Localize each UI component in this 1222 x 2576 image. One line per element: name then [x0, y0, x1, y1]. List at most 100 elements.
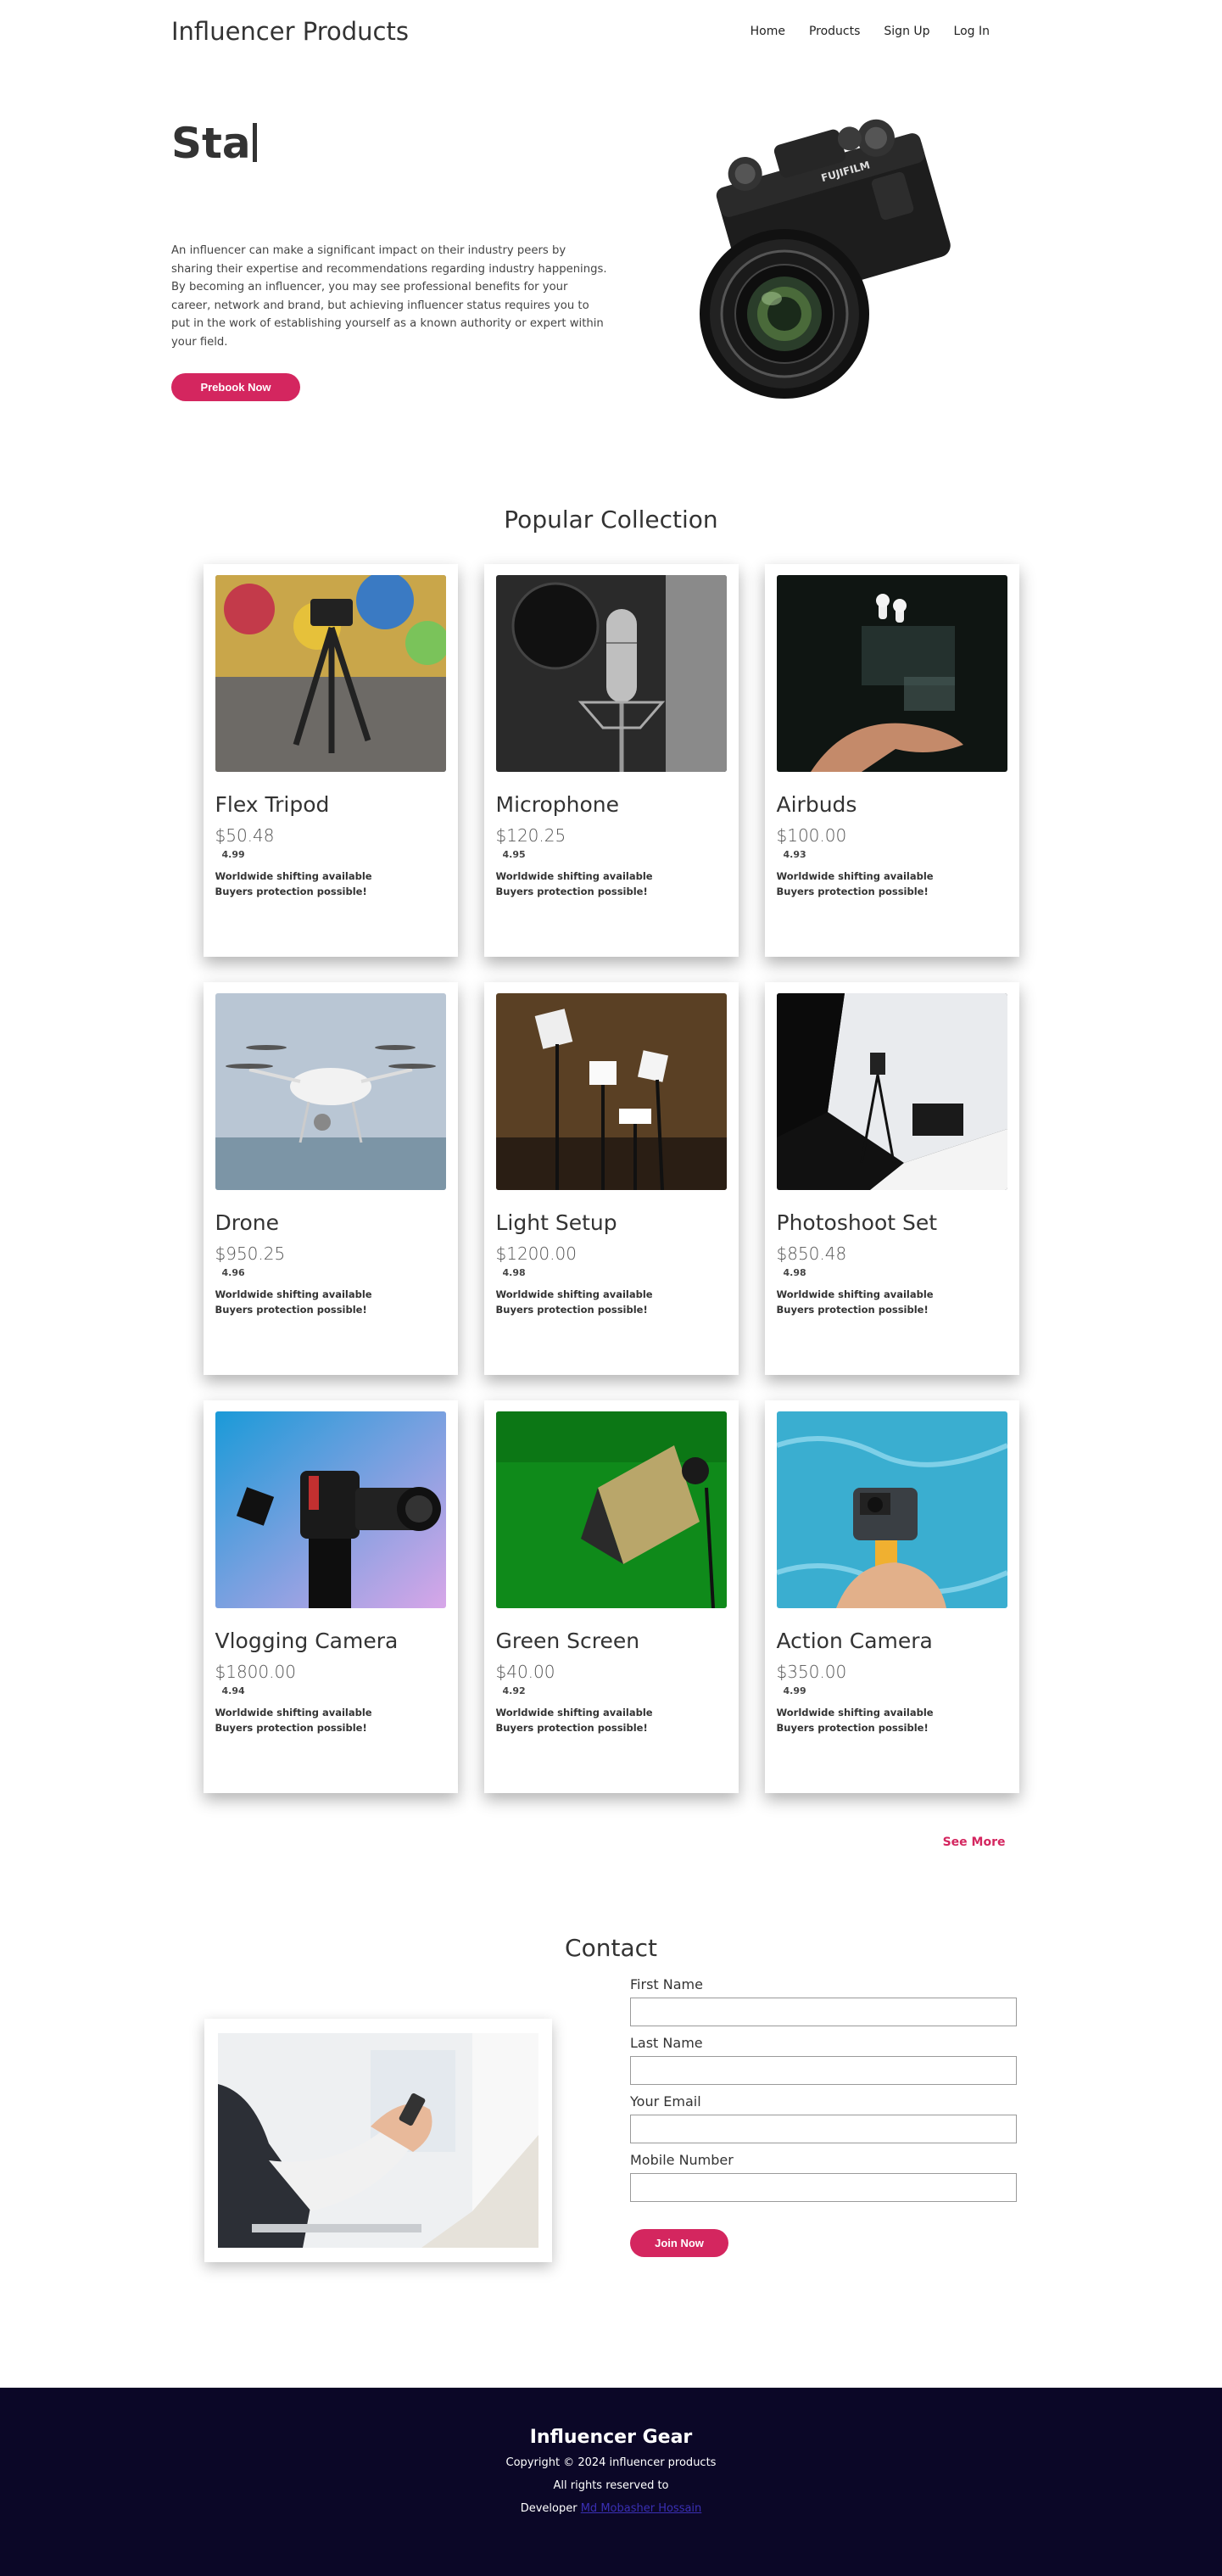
feature-shipping: Worldwide shifting available [776, 1288, 934, 1300]
light-setup-image [495, 993, 727, 1190]
typing-caret [252, 123, 257, 162]
product-features: Worldwide shifting available Buyers prot… [777, 1287, 946, 1317]
product-name: Action Camera [776, 1629, 933, 1653]
product-card[interactable]: Vlogging Camera $1800.00 4.94 Worldwide … [203, 1400, 458, 1793]
feature-protection: Buyers protection possible! [215, 1304, 367, 1316]
product-card[interactable]: Drone $950.25 4.96 Worldwide shifting av… [203, 982, 458, 1375]
product-name: Light Setup [495, 1210, 617, 1235]
join-now-button[interactable]: Join Now [630, 2229, 728, 2257]
product-name: Airbuds [776, 792, 857, 817]
hero-camera-image: FUJIFILM [700, 119, 951, 399]
product-features: Worldwide shifting available Buyers prot… [215, 869, 385, 899]
nav-sign-up[interactable]: Sign Up [884, 25, 929, 38]
product-rating: 4.94 [221, 1685, 245, 1696]
footer-copyright: Copyright © 2024 influencer products [505, 2456, 717, 2469]
footer-rights: All rights reserved to [553, 2479, 669, 2492]
feature-shipping: Worldwide shifting available [215, 1288, 372, 1300]
product-features: Worldwide shifting available Buyers prot… [215, 1705, 385, 1735]
developer-label: Developer [520, 2502, 578, 2515]
email-label: Your Email [630, 2093, 701, 2109]
product-name: Green Screen [495, 1629, 640, 1653]
product-price: $50.48 [215, 825, 275, 846]
feature-protection: Buyers protection possible! [495, 1722, 648, 1734]
feature-protection: Buyers protection possible! [495, 1304, 648, 1316]
product-price: $40.00 [495, 1662, 555, 1682]
nav-products[interactable]: Products [809, 25, 860, 38]
action-camera-image [776, 1411, 1007, 1608]
contact-form: First Name Last Name Your Email Mobile N… [630, 1976, 1017, 2257]
main-nav: Home Products Sign Up Log In [750, 25, 990, 38]
contact-section: Contact First Name Last Name Your Email … [0, 1934, 1222, 2443]
feature-protection: Buyers protection possible! [776, 886, 929, 897]
product-rating: 4.99 [221, 849, 245, 860]
nav-home[interactable]: Home [750, 25, 785, 38]
mobile-label: Mobile Number [630, 2152, 734, 2168]
feature-protection: Buyers protection possible! [776, 1722, 929, 1734]
last-name-label: Last Name [630, 2035, 703, 2051]
product-name: Photoshoot Set [776, 1210, 938, 1235]
feature-shipping: Worldwide shifting available [215, 870, 372, 882]
see-more-link[interactable]: See More [204, 1836, 1019, 1849]
product-rating: 4.99 [783, 1685, 806, 1696]
product-price: $350.00 [776, 1662, 847, 1682]
feature-shipping: Worldwide shifting available [776, 1707, 934, 1718]
popular-collection: Popular Collection Flex Tripod $50.48 4.… [0, 467, 1222, 1849]
product-name: Drone [215, 1210, 280, 1235]
product-features: Worldwide shifting available Buyers prot… [215, 1287, 385, 1317]
product-features: Worldwide shifting available Buyers prot… [777, 869, 946, 899]
feature-shipping: Worldwide shifting available [495, 1288, 653, 1300]
brand-logo-text[interactable]: Influencer Products [171, 17, 409, 46]
first-name-field[interactable] [630, 1998, 1017, 2026]
product-rating: 4.96 [221, 1267, 245, 1278]
feature-protection: Buyers protection possible! [776, 1304, 929, 1316]
product-card[interactable]: Photoshoot Set $850.48 4.98 Worldwide sh… [764, 982, 1019, 1375]
collection-title: Popular Collection [504, 506, 718, 534]
product-name: Flex Tripod [215, 792, 330, 817]
mobile-field[interactable] [630, 2173, 1017, 2202]
product-price: $120.25 [495, 825, 566, 846]
developer-link[interactable]: Md Mobasher Hossain [581, 2502, 702, 2515]
feature-shipping: Worldwide shifting available [495, 1707, 653, 1718]
first-name-label: First Name [630, 1976, 703, 1992]
product-price: $100.00 [776, 825, 847, 846]
hero-section: Sta An influencer can make a significant… [0, 68, 1222, 467]
vlogging-camera-image [215, 1411, 446, 1608]
footer-title: Influencer Gear [529, 2427, 693, 2448]
product-card[interactable]: Action Camera $350.00 4.99 Worldwide shi… [764, 1400, 1019, 1793]
product-price: $1200.00 [495, 1243, 577, 1264]
microphone-image [495, 575, 727, 772]
hero-title: Sta [171, 119, 257, 168]
feature-shipping: Worldwide shifting available [215, 1707, 372, 1718]
product-card[interactable]: Flex Tripod $50.48 4.99 Worldwide shifti… [203, 564, 458, 957]
product-rating: 4.98 [783, 1267, 806, 1278]
feature-protection: Buyers protection possible! [495, 886, 648, 897]
product-features: Worldwide shifting available Buyers prot… [496, 869, 666, 899]
nav-log-in[interactable]: Log In [954, 25, 990, 38]
photoshoot-set-image [776, 993, 1007, 1190]
product-rating: 4.93 [783, 849, 806, 860]
drone-image [215, 993, 446, 1190]
product-features: Worldwide shifting available Buyers prot… [777, 1705, 946, 1735]
contact-photo [218, 2033, 538, 2248]
product-card[interactable]: Light Setup $1200.00 4.98 Worldwide shif… [483, 982, 739, 1375]
feature-shipping: Worldwide shifting available [495, 870, 653, 882]
feature-protection: Buyers protection possible! [215, 886, 367, 897]
email-field[interactable] [630, 2115, 1017, 2143]
last-name-field[interactable] [630, 2056, 1017, 2085]
hero-title-text: Sta [171, 119, 251, 168]
product-price: $1800.00 [215, 1662, 296, 1682]
product-grid: Flex Tripod $50.48 4.99 Worldwide shifti… [203, 564, 1019, 1793]
footer: Influencer Gear Copyright © 2024 influen… [0, 2388, 1222, 2576]
product-card[interactable]: Airbuds $100.00 4.93 Worldwide shifting … [764, 564, 1019, 957]
product-features: Worldwide shifting available Buyers prot… [496, 1705, 666, 1735]
product-name: Vlogging Camera [215, 1629, 399, 1653]
product-price: $850.48 [776, 1243, 847, 1264]
green-screen-image [495, 1411, 727, 1608]
tripod-image [215, 575, 446, 772]
prebook-button[interactable]: Prebook Now [171, 373, 300, 401]
product-price: $950.25 [215, 1243, 286, 1264]
hero-description: An influencer can make a significant imp… [171, 244, 607, 349]
airbuds-image [776, 575, 1007, 772]
product-card[interactable]: Green Screen $40.00 4.92 Worldwide shift… [483, 1400, 739, 1793]
product-card[interactable]: Microphone $120.25 4.95 Worldwide shifti… [483, 564, 739, 957]
